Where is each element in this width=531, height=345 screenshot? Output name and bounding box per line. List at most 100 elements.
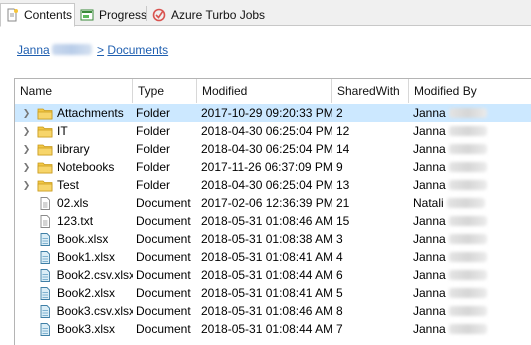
expand-arrow-icon[interactable]: ❯ bbox=[21, 126, 32, 137]
table-row[interactable]: ❯ IT Folder 2018-04-30 06:25:04 PM 12 Janna bbox=[15, 122, 531, 140]
table-row[interactable]: ❯ Test Folder 2018-04-30 06:25:04 PM 13 Janna bbox=[15, 176, 531, 194]
cell-name: ❯ IT bbox=[15, 122, 133, 140]
spreadsheet-icon bbox=[37, 322, 53, 336]
redacted-name bbox=[448, 306, 487, 316]
column-header-type[interactable]: Type bbox=[133, 79, 197, 103]
table-row[interactable]: Book.xlsx Document 2018-05-31 01:08:38 AM 3… bbox=[15, 230, 531, 248]
folder-icon bbox=[37, 179, 53, 192]
expand-arrow-icon[interactable]: ❯ bbox=[21, 108, 32, 119]
cell-modified-by: Janna bbox=[409, 266, 531, 284]
column-header-modified[interactable]: Modified bbox=[197, 79, 332, 103]
table-row[interactable]: Book3.csv.xlsx Document 2018-05-31 01:08:4… bbox=[15, 302, 531, 320]
tab-label: Azure Turbo Jobs bbox=[171, 7, 266, 22]
breadcrumb-user[interactable]: Janna bbox=[17, 43, 50, 57]
document-icon bbox=[37, 214, 53, 228]
cell-shared-with: 15 bbox=[336, 214, 350, 228]
file-name: Book1.xlsx bbox=[57, 250, 116, 264]
file-name: Attachments bbox=[57, 106, 124, 120]
cell-type: Document bbox=[136, 322, 191, 336]
column-header-shared-with[interactable]: SharedWith bbox=[332, 79, 409, 103]
redacted-name bbox=[446, 198, 485, 208]
cell-modified-by: Janna bbox=[409, 122, 531, 140]
table-row[interactable]: ❯ Attachments Folder 2017-10-29 09:20:33 PM… bbox=[15, 104, 531, 122]
column-header-name[interactable]: Name bbox=[15, 79, 133, 103]
spreadsheet-icon bbox=[37, 268, 53, 282]
redacted-name bbox=[448, 270, 487, 280]
modified-by-name: Janna bbox=[413, 268, 446, 282]
table-row[interactable]: Book2.xlsx Document 2018-05-31 01:08:41 AM… bbox=[15, 284, 531, 302]
cell-shared-with: 4 bbox=[336, 250, 343, 264]
cell-name: Book3.csv.xlsx bbox=[15, 302, 133, 320]
cell-shared-with: 6 bbox=[336, 268, 343, 282]
table-row[interactable]: ❯ Notebooks Folder 2017-11-26 06:37:09 PM 9 J… bbox=[15, 158, 531, 176]
redacted-name bbox=[448, 162, 487, 172]
cell-modified-by: Janna bbox=[409, 284, 531, 302]
redacted-name bbox=[448, 144, 487, 154]
tab-azure-turbo-jobs[interactable]: Azure Turbo Jobs bbox=[148, 3, 270, 26]
cell-name: ❯ library bbox=[15, 140, 133, 158]
file-name: Book3.xlsx bbox=[57, 322, 116, 336]
cell-type: Document bbox=[136, 304, 191, 318]
spreadsheet-icon bbox=[37, 250, 53, 264]
modified-by-name: Janna bbox=[413, 232, 446, 246]
file-name: library bbox=[57, 142, 90, 156]
spreadsheet-icon bbox=[37, 304, 53, 318]
cell-modified: 2018-04-30 06:25:04 PM bbox=[201, 178, 332, 192]
column-header-modified-by[interactable]: Modified By bbox=[409, 79, 531, 103]
folder-icon bbox=[37, 161, 53, 174]
cell-modified-by: Janna bbox=[409, 212, 531, 230]
table-row[interactable]: Book2.csv.xlsx Document 2018-05-31 01:08:4… bbox=[15, 266, 531, 284]
table-row[interactable]: ❯ library Folder 2018-04-30 06:25:04 PM 14 Ja… bbox=[15, 140, 531, 158]
tab-label: Progress bbox=[99, 7, 148, 22]
cell-type: Folder bbox=[136, 142, 171, 156]
breadcrumb-separator: > bbox=[97, 43, 105, 57]
cell-name: Book2.xlsx bbox=[15, 284, 133, 302]
table-row[interactable]: Book1.xlsx Document 2018-05-31 01:08:41 AM… bbox=[15, 248, 531, 266]
cell-name: 123.txt bbox=[15, 212, 133, 230]
modified-by-name: Janna bbox=[413, 304, 446, 318]
cell-modified: 2018-05-31 01:08:41 AM bbox=[201, 250, 332, 264]
cell-shared-with: 13 bbox=[336, 178, 350, 192]
table-row[interactable]: Book3.xlsx Document 2018-05-31 01:08:44 AM… bbox=[15, 320, 531, 338]
folder-icon bbox=[37, 125, 53, 138]
cell-shared-with: 2 bbox=[336, 106, 343, 120]
modified-by-name: Janna bbox=[413, 178, 446, 192]
breadcrumb[interactable]: Janna > Documents bbox=[17, 43, 168, 57]
file-name: 123.txt bbox=[57, 214, 94, 228]
tab-progress[interactable]: Progress bbox=[76, 3, 152, 26]
cell-modified-by: Janna bbox=[409, 158, 531, 176]
cell-modified: 2017-11-26 06:37:09 PM bbox=[201, 160, 332, 174]
document-icon bbox=[37, 196, 53, 210]
tab-contents[interactable]: Contents bbox=[0, 3, 75, 27]
cell-modified-by: Janna bbox=[409, 230, 531, 248]
file-name: Book3.csv.xlsx bbox=[56, 304, 133, 318]
redacted-name bbox=[448, 288, 487, 298]
file-table: Name Type Modified SharedWith Modified B… bbox=[14, 78, 531, 345]
cell-type: Document bbox=[136, 286, 191, 300]
cell-modified: 2017-10-29 09:20:33 PM bbox=[201, 106, 332, 120]
cell-modified: 2018-05-31 01:08:44 AM bbox=[201, 268, 332, 282]
cell-type: Folder bbox=[136, 106, 171, 120]
progress-icon bbox=[80, 8, 94, 22]
table-row[interactable]: 02.xls Document 2017-02-06 12:36:39 PM 21 Na… bbox=[15, 194, 531, 212]
file-name: 02.xls bbox=[57, 196, 89, 210]
expand-arrow-icon[interactable]: ❯ bbox=[21, 144, 32, 155]
cell-type: Document bbox=[136, 250, 191, 264]
cell-modified-by: Janna bbox=[409, 248, 531, 266]
cell-name: 02.xls bbox=[15, 194, 133, 212]
cell-modified: 2018-05-31 01:08:38 AM bbox=[201, 232, 332, 246]
modified-by-name: Janna bbox=[413, 124, 446, 138]
cell-name: Book3.xlsx bbox=[15, 320, 133, 338]
expand-arrow-icon[interactable]: ❯ bbox=[21, 180, 32, 191]
redacted-name bbox=[448, 324, 487, 334]
breadcrumb-folder[interactable]: Documents bbox=[107, 43, 168, 57]
expand-arrow-icon[interactable]: ❯ bbox=[21, 162, 32, 173]
cell-modified-by: Natali bbox=[409, 194, 531, 212]
cell-type: Document bbox=[136, 214, 191, 228]
tab-divider bbox=[146, 6, 147, 21]
table-row[interactable]: 123.txt Document 2018-05-31 01:08:46 AM 15 J… bbox=[15, 212, 531, 230]
redacted-name bbox=[51, 44, 92, 55]
cell-name: Book2.csv.xlsx bbox=[15, 266, 133, 284]
cell-modified-by: Janna bbox=[409, 140, 531, 158]
contents-icon bbox=[5, 8, 19, 22]
